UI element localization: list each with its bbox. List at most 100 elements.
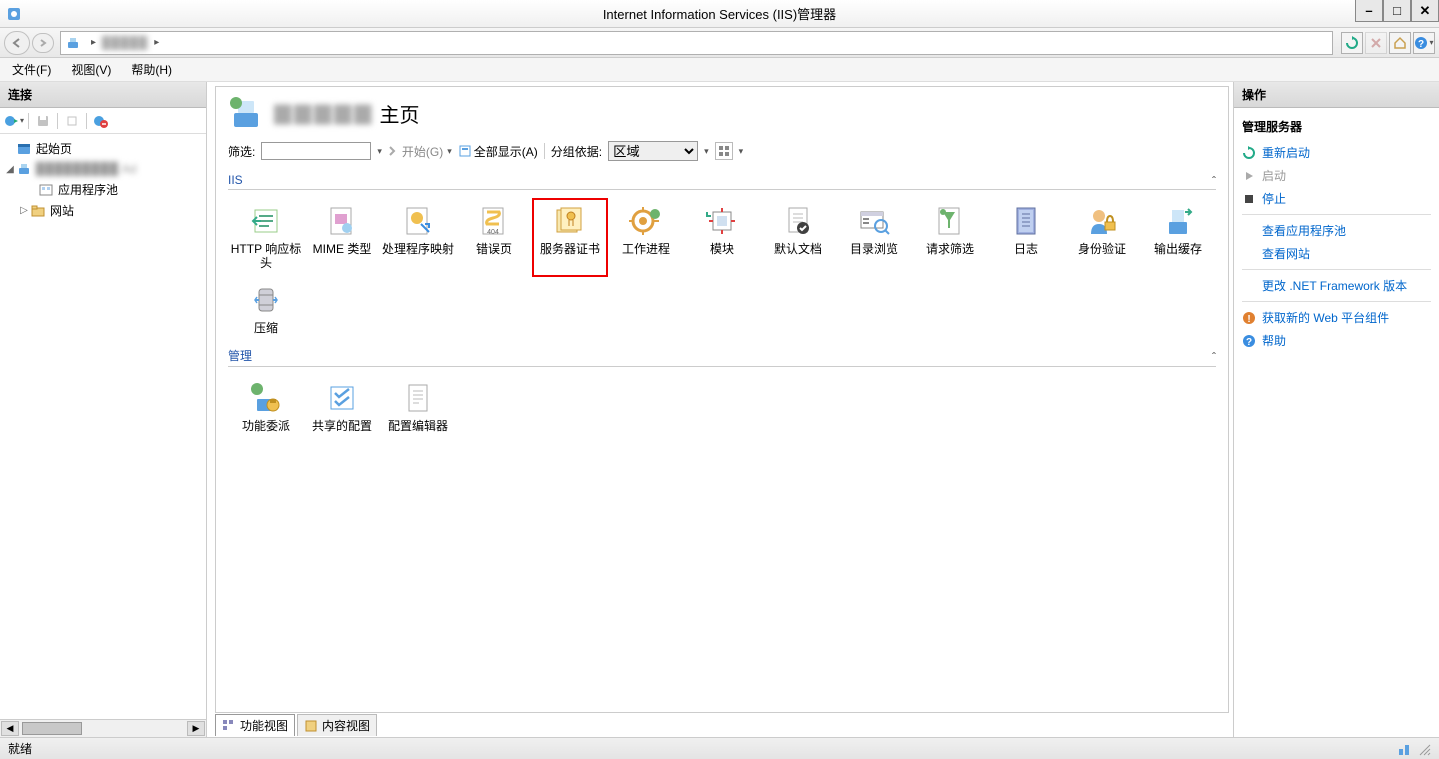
action-view-sites[interactable]: 查看网站 xyxy=(1242,242,1431,265)
feature-shared-configuration[interactable]: 共享的配置 xyxy=(304,375,380,439)
action-label: 获取新的 Web 平台组件 xyxy=(1262,309,1389,326)
nav-right-icons: ?▾ xyxy=(1341,32,1435,54)
scroll-left-arrow[interactable]: ◀ xyxy=(1,721,19,736)
warning-icon: ! xyxy=(1242,311,1256,325)
connect-icon[interactable]: ▾ xyxy=(4,111,24,131)
stop-nav-icon[interactable] xyxy=(1365,32,1387,54)
connections-header: 连接 xyxy=(0,82,206,108)
feature-logging[interactable]: 日志 xyxy=(988,198,1064,277)
section-collapse-iis[interactable]: ˆ xyxy=(1212,174,1216,188)
tree-start-page[interactable]: 起始页 xyxy=(0,138,206,159)
worker-processes-icon xyxy=(629,204,663,238)
app-pools-icon xyxy=(38,182,54,198)
feature-configuration-editor[interactable]: 配置编辑器 xyxy=(380,375,456,439)
feature-label: 输出缓存 xyxy=(1154,242,1202,256)
feature-label: 身份验证 xyxy=(1078,242,1126,256)
actions-group-title: 管理服务器 xyxy=(1242,118,1431,135)
feature-label: 配置编辑器 xyxy=(388,419,448,433)
sites-icon xyxy=(30,203,46,219)
svg-text:!: ! xyxy=(1247,314,1250,325)
tab-label: 功能视图 xyxy=(240,717,288,734)
action-stop[interactable]: 停止 xyxy=(1242,187,1431,210)
action-get-web-platform[interactable]: ! 获取新的 Web 平台组件 xyxy=(1242,306,1431,329)
tree-app-pools[interactable]: 应用程序池 xyxy=(0,179,206,200)
save-icon[interactable] xyxy=(33,111,53,131)
feature-worker-processes[interactable]: 工作进程 xyxy=(608,198,684,277)
filter-input[interactable] xyxy=(261,142,371,160)
content-view-icon xyxy=(304,719,318,733)
expander-icon[interactable]: ◢ xyxy=(4,164,16,175)
minimize-button[interactable]: – xyxy=(1355,0,1383,22)
stop-icon xyxy=(1242,192,1256,206)
scroll-right-arrow[interactable]: ▶ xyxy=(187,721,205,736)
feature-label: 日志 xyxy=(1014,242,1038,256)
close-button[interactable]: ✕ xyxy=(1411,0,1439,22)
filter-go[interactable]: 开始(G)▾ xyxy=(388,143,452,160)
modules-icon xyxy=(705,204,739,238)
feature-feature-delegation[interactable]: 功能委派 xyxy=(228,375,304,439)
tree-sites[interactable]: ▷ 网站 xyxy=(0,200,206,221)
menu-help[interactable]: 帮助(H) xyxy=(125,59,178,80)
group-by-select[interactable]: 区域 xyxy=(608,141,698,161)
action-label: 帮助 xyxy=(1262,332,1286,349)
scroll-thumb[interactable] xyxy=(22,722,82,735)
features-view-icon xyxy=(222,719,236,733)
menu-view[interactable]: 视图(V) xyxy=(65,59,117,80)
server-tree-icon xyxy=(16,161,32,177)
action-label: 停止 xyxy=(1262,190,1286,207)
tab-content-view[interactable]: 内容视图 xyxy=(297,714,377,736)
error-pages-icon: 404 xyxy=(477,204,511,238)
expander-icon[interactable]: ▷ xyxy=(18,205,30,216)
home-icon[interactable] xyxy=(1389,32,1411,54)
tree-server[interactable]: ◢ ▉▉▉▉▉▉▉▉▉ Ad xyxy=(0,159,206,179)
actions-divider xyxy=(1242,214,1431,215)
refresh-icon[interactable] xyxy=(1341,32,1363,54)
nav-forward-button[interactable] xyxy=(32,33,54,53)
action-change-net-framework[interactable]: 更改 .NET Framework 版本 xyxy=(1242,274,1431,297)
feature-error-pages[interactable]: 404错误页 xyxy=(456,198,532,277)
connections-tree: 起始页 ◢ ▉▉▉▉▉▉▉▉▉ Ad 应用程序池 ▷ 网站 xyxy=(0,134,206,719)
nav-back-button[interactable] xyxy=(4,31,30,55)
feature-modules[interactable]: 模块 xyxy=(684,198,760,277)
maximize-button[interactable]: □ xyxy=(1383,0,1411,22)
feature-label: 目录浏览 xyxy=(850,242,898,256)
start-page-icon xyxy=(16,141,32,157)
feature-handler-mappings[interactable]: 处理程序映射 xyxy=(380,198,456,277)
feature-label: 服务器证书 xyxy=(540,242,600,256)
section-collapse-management[interactable]: ˆ xyxy=(1212,350,1216,364)
feature-default-document[interactable]: 默认文档 xyxy=(760,198,836,277)
action-view-app-pools[interactable]: 查看应用程序池 xyxy=(1242,219,1431,242)
disconnect-icon[interactable] xyxy=(62,111,82,131)
configuration-editor-icon xyxy=(401,381,435,415)
svg-text:?: ? xyxy=(1418,39,1424,50)
feature-http-response-headers[interactable]: HTTP 响应标头 xyxy=(228,198,304,277)
feature-mime-types[interactable]: MIME 类型 xyxy=(304,198,380,277)
feature-output-caching[interactable]: 输出缓存 xyxy=(1140,198,1216,277)
request-filtering-icon xyxy=(933,204,967,238)
feature-directory-browsing[interactable]: 目录浏览 xyxy=(836,198,912,277)
menu-file[interactable]: 文件(F) xyxy=(6,59,57,80)
action-help[interactable]: ? 帮助 xyxy=(1242,329,1431,352)
help-nav-icon[interactable]: ?▾ xyxy=(1413,32,1435,54)
mime-types-icon xyxy=(325,204,359,238)
server-remove-icon[interactable] xyxy=(91,111,111,131)
action-restart[interactable]: 重新启动 xyxy=(1242,141,1431,164)
feature-label: 默认文档 xyxy=(774,242,822,256)
filter-bar: 筛选: ▾ 开始(G)▾ 全部显示(A) 分组依据: 区域 ▾ ▾ xyxy=(228,141,1216,161)
feature-request-filtering[interactable]: 请求筛选 xyxy=(912,198,988,277)
tab-features-view[interactable]: 功能视图 xyxy=(215,714,295,736)
feature-compression[interactable]: 压缩 xyxy=(228,277,304,341)
left-scrollbar[interactable]: ◀ ▶ xyxy=(0,719,206,737)
management-feature-grid: 功能委派共享的配置配置编辑器 xyxy=(228,375,1216,439)
breadcrumb[interactable]: ▸ ▉▉▉▉▉ ▸ xyxy=(60,31,1333,55)
filter-show-all[interactable]: 全部显示(A) xyxy=(458,143,538,160)
feature-label: 功能委派 xyxy=(242,419,290,433)
view-mode-button[interactable] xyxy=(715,142,733,160)
feature-authentication[interactable]: 身份验证 xyxy=(1064,198,1140,277)
svg-text:404: 404 xyxy=(487,229,499,236)
resize-grip-icon[interactable] xyxy=(1417,742,1431,756)
directory-browsing-icon xyxy=(857,204,891,238)
feature-server-certificates[interactable]: 服务器证书 xyxy=(532,198,608,277)
feature-label: 工作进程 xyxy=(622,242,670,256)
authentication-icon xyxy=(1085,204,1119,238)
